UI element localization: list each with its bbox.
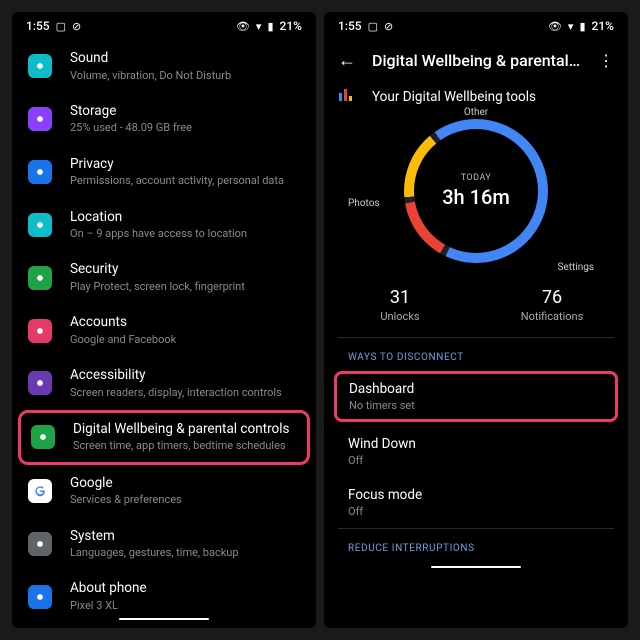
row-icon [28,54,52,78]
today-value: 3h 16m [442,185,510,209]
stats-row: 31 Unlocks 76 Notifications [324,273,628,337]
eye-icon: 👁 [236,20,250,33]
settings-screen: 1:55 ▢ ⊘ 👁 ▾ ▮ 21% SoundVolume, vibratio… [12,12,316,628]
row-sub: 25% used - 48.09 GB free [70,121,300,135]
settings-row-accessibility[interactable]: AccessibilityScreen readers, display, in… [12,357,316,410]
overflow-icon[interactable]: ⋮ [598,51,614,70]
option-dashboard[interactable]: Dashboard No timers set [334,371,618,422]
bar-chart-icon [338,87,354,107]
row-title: Accessibility [70,367,300,385]
settings-row-sound[interactable]: SoundVolume, vibration, Do Not Disturb [12,40,316,93]
app-bar: ← Digital Wellbeing & parental c... ⋮ [324,40,628,79]
row-title: Digital Wellbeing & parental controls [73,421,297,439]
options-list: DashboardNo timers setWind DownOffFocus … [324,367,628,528]
screen-time-chart[interactable]: Other Photos Settings TODAY 3h 16m [324,111,628,273]
row-title: Location [70,209,300,227]
row-icon [28,107,52,131]
battery-pct: 21% [280,19,302,33]
gesture-bar[interactable] [324,558,628,576]
seg-settings: Settings [557,262,594,273]
battery-pct: 21% [592,19,614,33]
image-icon: ▢ [368,20,378,33]
row-sub: Services & preferences [70,493,300,507]
row-icon [28,371,52,395]
battery-icon: ▮ [267,20,273,33]
dnd-icon: ⊘ [384,20,393,33]
option-wind-down[interactable]: Wind Down Off [324,426,628,477]
row-sub: Google and Facebook [70,333,300,347]
row-title: Privacy [70,156,300,174]
settings-row-accounts[interactable]: AccountsGoogle and Facebook [12,304,316,357]
clock: 1:55 [338,19,362,33]
settings-row-storage[interactable]: Storage25% used - 48.09 GB free [12,93,316,146]
clock: 1:55 [26,19,50,33]
eye-icon: 👁 [548,20,562,33]
row-title: System [70,528,300,546]
row-sub: Volume, vibration, Do Not Disturb [70,69,300,83]
wifi-icon: ▾ [568,20,574,33]
row-title: Google [70,475,300,493]
row-sub: Permissions, account activity, personal … [70,174,300,188]
row-sub: On – 9 apps have access to location [70,227,300,241]
option-sub: Off [348,505,614,518]
settings-row-digital[interactable]: Digital Wellbeing & parental controlsScr… [18,410,310,465]
option-title: Wind Down [348,436,614,452]
wellbeing-screen: 1:55 ▢ ⊘ 👁 ▾ ▮ 21% ← Digital Wellbeing &… [324,12,628,628]
row-icon [28,266,52,290]
row-icon [28,213,52,237]
status-bar: 1:55 ▢ ⊘ 👁 ▾ ▮ 21% [12,12,316,40]
page-title: Digital Wellbeing & parental c... [372,51,582,70]
status-bar: 1:55 ▢ ⊘ 👁 ▾ ▮ 21% [324,12,628,40]
row-sub: Play Protect, screen lock, fingerprint [70,280,300,294]
row-sub: Languages, gestures, time, backup [70,546,300,560]
row-sub: Screen readers, display, interaction con… [70,386,300,400]
row-title: Accounts [70,314,300,332]
row-title: Sound [70,50,300,68]
image-icon: ▢ [56,20,66,33]
battery-icon: ▮ [579,20,585,33]
stat-unlocks[interactable]: 31 Unlocks [324,287,476,323]
option-sub: No timers set [349,399,603,412]
option-title: Focus mode [348,487,614,503]
today-label: TODAY [461,173,492,183]
option-focus-mode[interactable]: Focus mode Off [324,477,628,528]
row-sub: Pixel 3 XL [70,599,300,610]
settings-row-location[interactable]: LocationOn – 9 apps have access to locat… [12,199,316,252]
option-title: Dashboard [349,381,603,397]
row-title: Storage [70,103,300,121]
row-icon [31,425,55,449]
section-disconnect: WAYS TO DISCONNECT [324,338,628,367]
row-title: Security [70,261,300,279]
settings-row-system[interactable]: SystemLanguages, gestures, time, backup [12,518,316,571]
row-icon [28,532,52,556]
tools-label: Your Digital Wellbeing tools [372,89,536,105]
settings-row-security[interactable]: SecurityPlay Protect, screen lock, finge… [12,251,316,304]
row-icon [28,585,52,609]
settings-row-google[interactable]: GoogleServices & preferences [12,465,316,518]
option-sub: Off [348,454,614,467]
row-title: About phone [70,580,300,598]
row-sub: Screen time, app timers, bedtime schedul… [73,439,297,453]
stat-notifications[interactable]: 76 Notifications [476,287,628,323]
back-icon[interactable]: ← [338,50,356,71]
row-icon [28,160,52,184]
seg-other: Other [464,107,488,118]
settings-row-about[interactable]: About phonePixel 3 XL [12,570,316,610]
seg-photos: Photos [348,198,380,209]
wifi-icon: ▾ [256,20,262,33]
settings-row-privacy[interactable]: PrivacyPermissions, account activity, pe… [12,146,316,199]
dnd-icon: ⊘ [72,20,81,33]
row-icon [28,319,52,343]
row-icon [28,479,52,503]
gesture-bar[interactable] [12,610,316,628]
section-reduce: REDUCE INTERRUPTIONS [324,529,628,558]
settings-list[interactable]: SoundVolume, vibration, Do Not DisturbSt… [12,40,316,610]
